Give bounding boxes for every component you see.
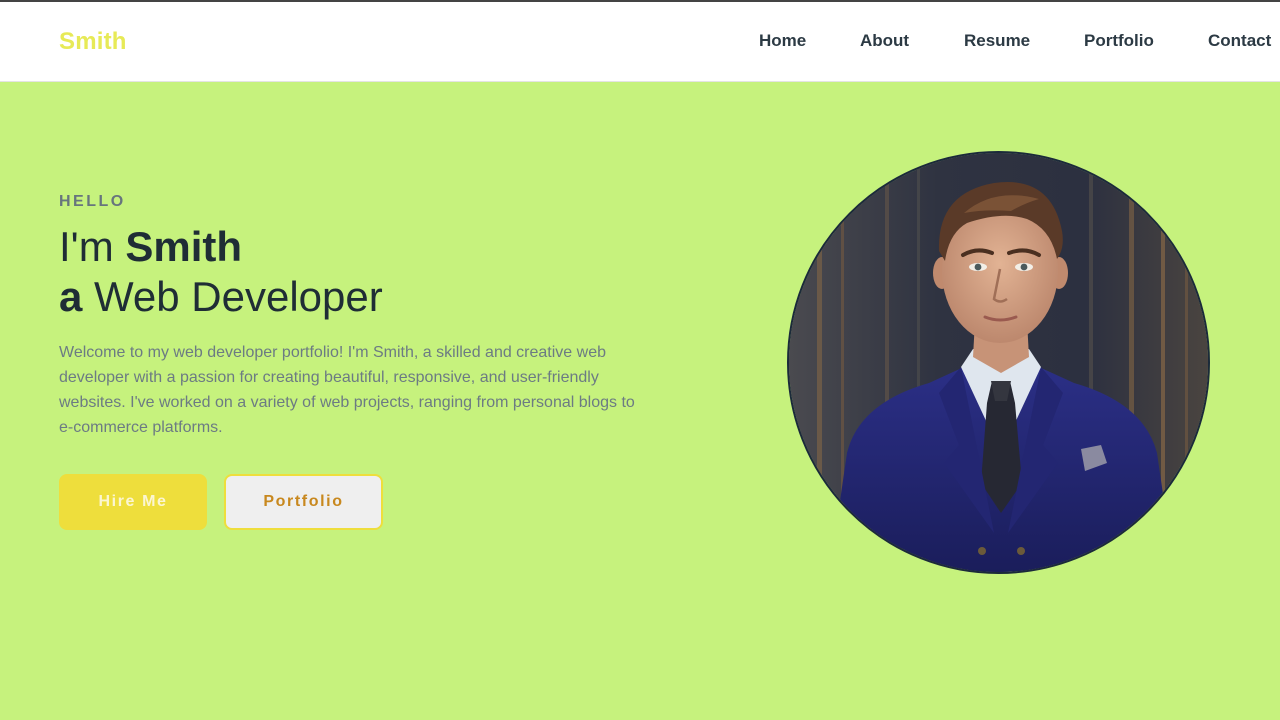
hero-title-prefix: I'm [59, 223, 126, 270]
site-header: Smith Home About Resume Portfolio Contac… [0, 2, 1280, 82]
nav-portfolio-link[interactable]: Portfolio [1084, 31, 1154, 51]
portfolio-button[interactable]: Portfolio [224, 474, 383, 530]
hero-kicker: HELLO [59, 193, 126, 210]
hire-me-button[interactable]: Hire Me [59, 474, 207, 530]
nav-home-link[interactable]: Home [759, 31, 806, 51]
nav-resume-link[interactable]: Resume [964, 31, 1030, 51]
profile-photo-illustration [789, 153, 1208, 572]
profile-photo [787, 151, 1210, 574]
hero-description: Welcome to my web developer portfolio! I… [59, 344, 635, 436]
site-logo[interactable]: Smith [59, 28, 127, 56]
hero-title: I'm Smith a Web Developer [59, 222, 383, 322]
hero-title-name: Smith [125, 223, 243, 270]
nav-contact-link[interactable]: Contact [1208, 31, 1271, 51]
hero-title-article: a [59, 273, 83, 320]
nav-about-link[interactable]: About [860, 31, 909, 51]
hero-title-role: Web Developer [82, 273, 383, 320]
